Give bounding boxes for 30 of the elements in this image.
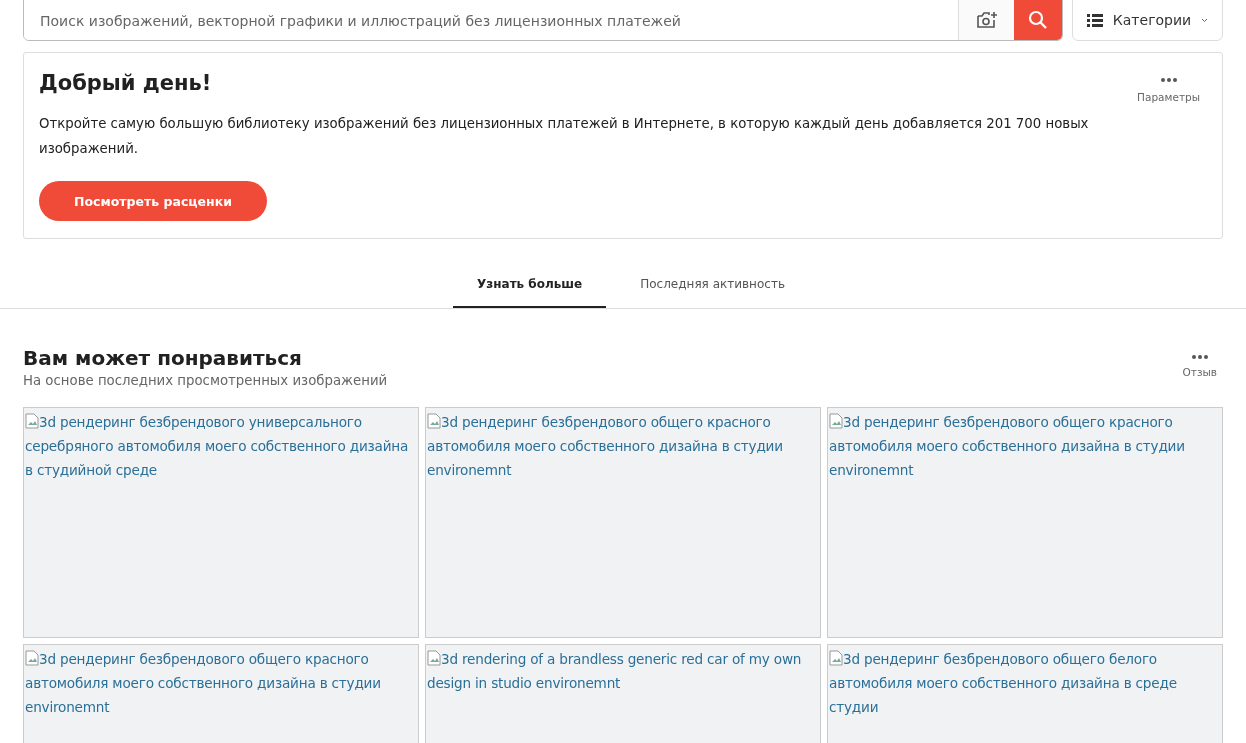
pricing-button[interactable]: Посмотреть расценки [39,181,267,221]
tab[interactable]: Последняя активность [616,263,809,308]
list-icon [1086,13,1103,27]
camera-icon [975,11,998,29]
welcome-text: Откройте самую большую библиотеку изображений без лицензионных платежей в Интернете, в которую каждый день добавляется 201 700 новых изображений. [39,115,1090,158]
feedback-label[interactable]: Отзыв [1182,366,1217,378]
image-placeholder[interactable]: 3d рендеринг безбрендового общего красного автомобиля моего собственного дизайна в студии environemnt [827,407,1223,638]
more-icon[interactable] [1190,354,1209,360]
image-search-button[interactable] [958,0,1014,40]
broken-image-icon [25,650,39,666]
broken-image-icon [829,413,843,429]
broken-image-icon [829,650,843,666]
broken-image-icon [427,650,441,666]
categories-button[interactable]: Категории [1072,0,1223,41]
image-placeholder[interactable]: 3d рендеринг безбрендового общего белого автомобиля моего собственного дизайна в среде студии [827,644,1223,743]
section-subtitle: На основе последних просмотренных изображений [23,373,388,388]
search-icon [1028,10,1048,30]
image-placeholder[interactable]: 3d рендеринг безбрендового общего красного автомобиля моего собственного дизайна в студии environemnt [23,644,419,743]
greeting-title: Добрый день! [39,71,212,95]
options-label[interactable]: Параметры [1137,91,1200,103]
more-icon[interactable] [1159,77,1178,83]
image-placeholder[interactable]: 3d рендеринг безбрендового универсального серебряного автомобиля моего собственного дизайна в студийной среде [23,407,419,638]
broken-image-icon [427,413,441,429]
image-placeholder[interactable]: 3d рендеринг безбрендового общего красного автомобиля моего собственного дизайна в студии environemnt [425,407,821,638]
tab[interactable]: Узнать больше [453,263,607,308]
broken-image-icon [25,413,39,429]
section-title: Вам может понравиться [23,346,303,370]
image-placeholder[interactable]: 3d rendering of a brandless generic red car of my own design in studio environemnt [425,644,821,743]
search-button[interactable] [1014,0,1062,40]
caret-icon [1201,17,1209,23]
